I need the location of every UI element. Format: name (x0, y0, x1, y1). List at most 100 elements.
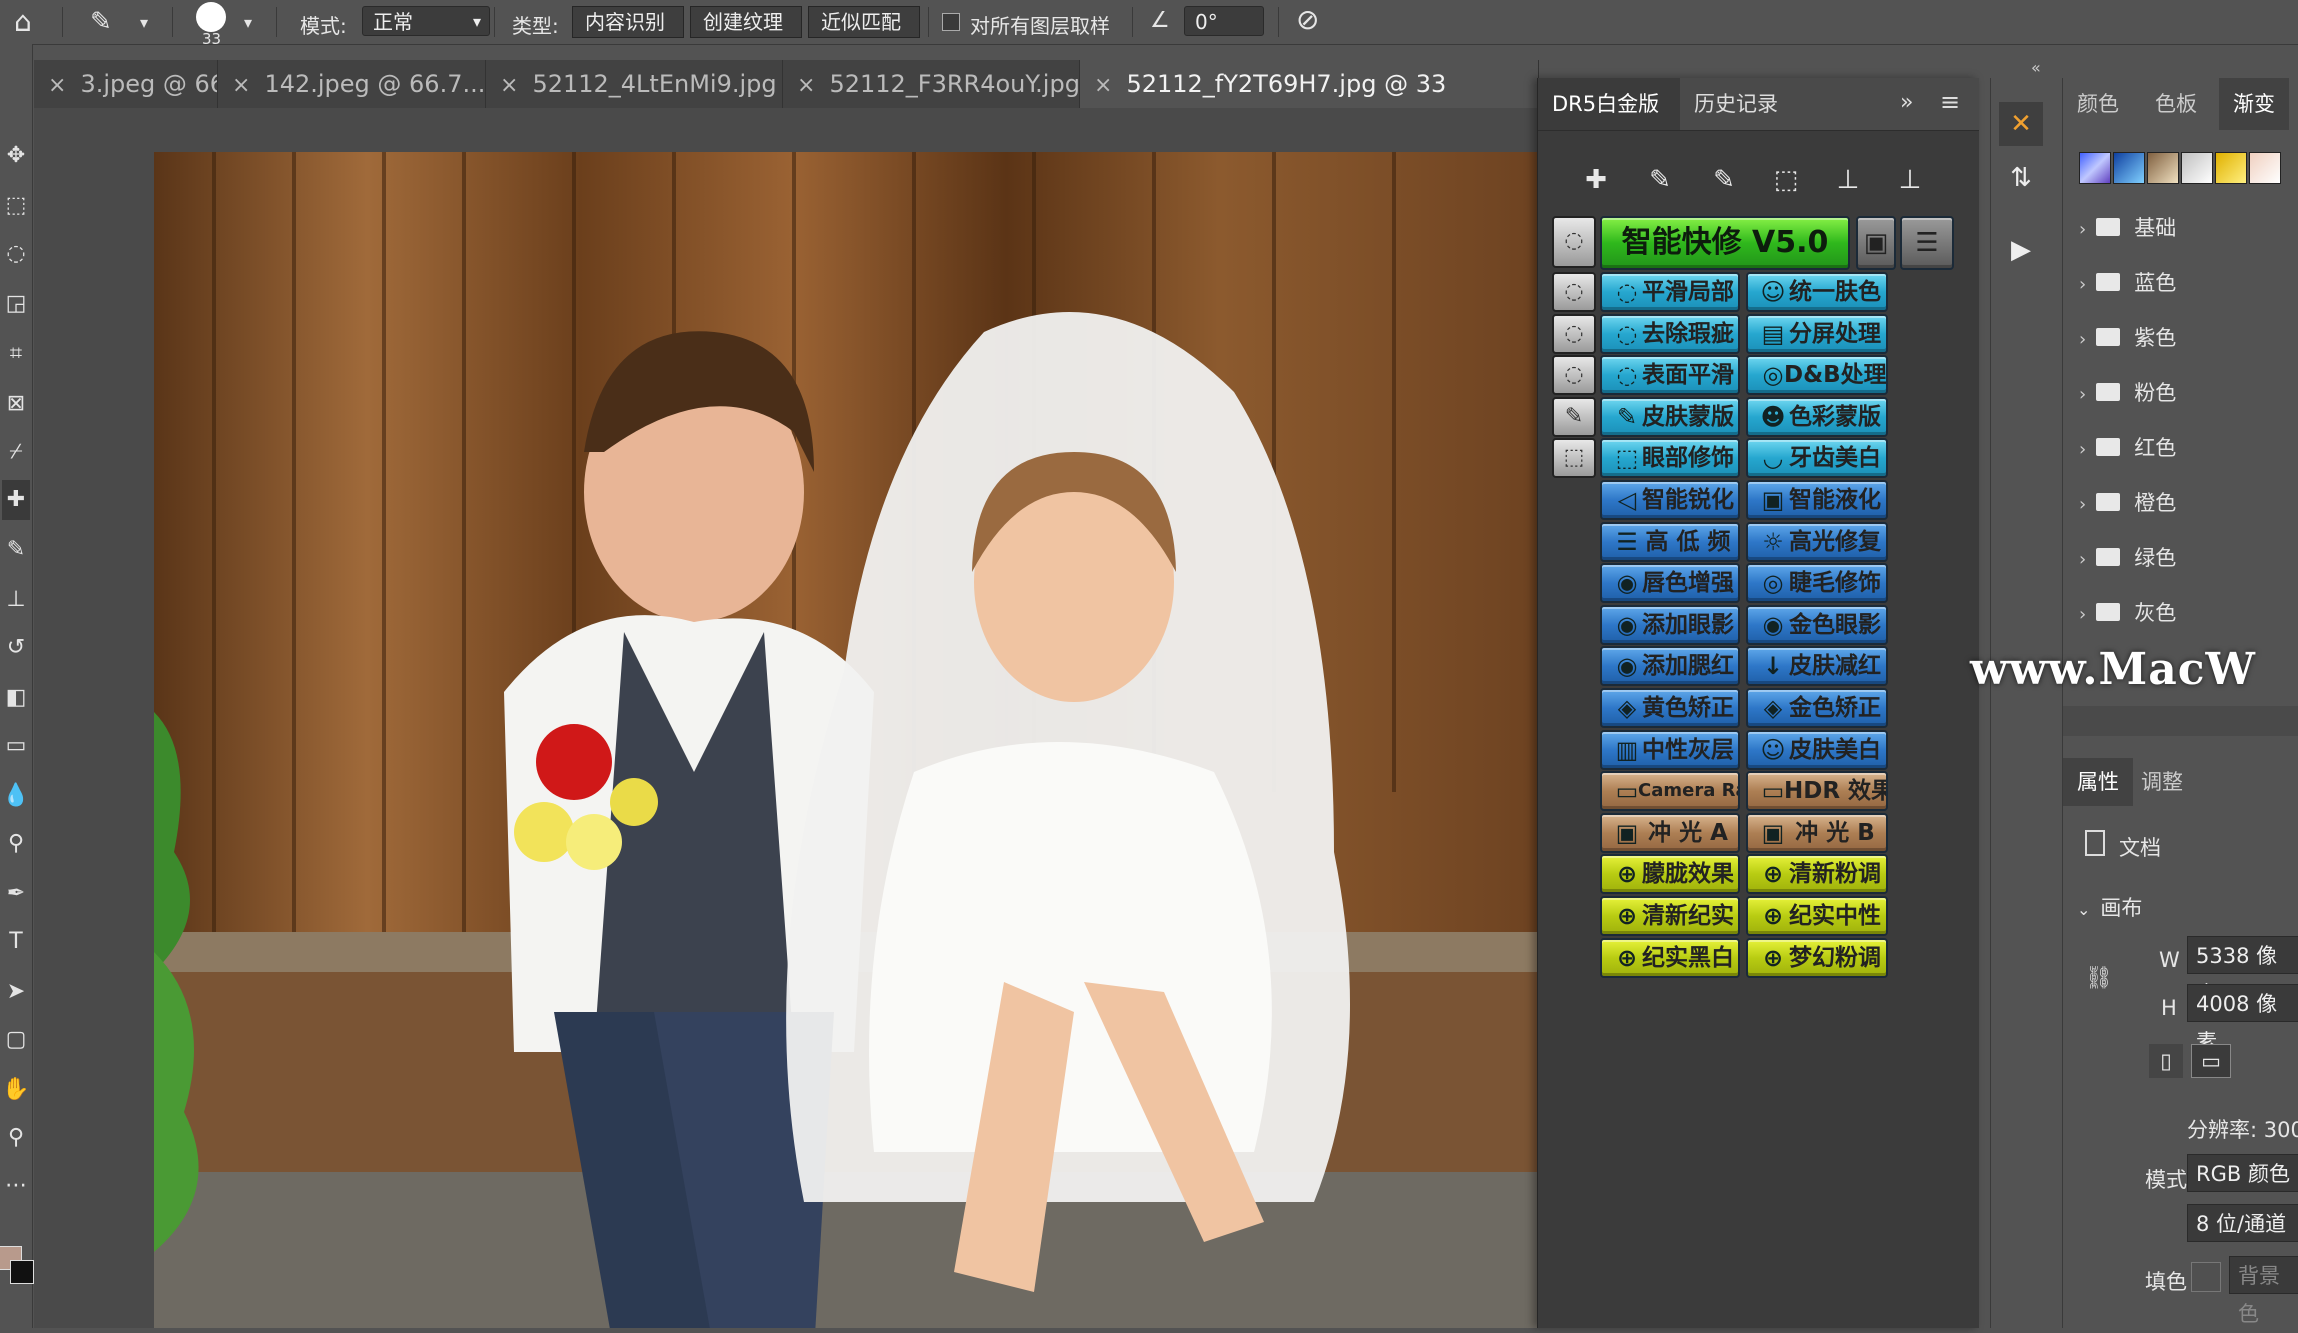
stamp-plus-icon[interactable]: ⊥ (1890, 162, 1930, 198)
healing-icon[interactable]: ✚ (1576, 162, 1616, 198)
type-proximity-match-button[interactable]: 近似匹配 (808, 6, 920, 38)
tab-properties[interactable]: 属性 (2063, 758, 2133, 806)
preview-image-icon[interactable]: ▣ (1856, 216, 1896, 270)
gradient-swatch[interactable] (2215, 152, 2247, 184)
close-icon[interactable]: × (1094, 73, 1112, 98)
tab-adjustments[interactable]: 调整 (2127, 758, 2197, 806)
bandage-icon[interactable]: ✎ (1704, 162, 1744, 198)
tab-dr5[interactable]: DR5白金版 (1538, 78, 1680, 130)
settings-sliders-icon[interactable]: ☰ (1900, 216, 1954, 270)
more-tools-icon[interactable]: ⋯ (2, 1166, 30, 1206)
gradient-swatch[interactable] (2249, 152, 2281, 184)
history-panel-icon[interactable]: ⇅ (1999, 156, 2043, 200)
spot-healing-brush-icon[interactable]: ✎ (90, 6, 112, 38)
doc-tab[interactable]: ×3.jpeg @ 66.7%(... (34, 60, 218, 108)
crop-tool-icon[interactable]: ⌗ (2, 334, 30, 374)
pressure-icon[interactable]: ⊘ (1296, 4, 1319, 36)
dr5-button-left[interactable]: ◉ 添加眼影 (1600, 604, 1740, 645)
gradient-folder[interactable]: › 橙色 (2079, 483, 2176, 523)
dr5-button-right[interactable]: ◎ 睫毛修饰 (1746, 563, 1888, 604)
dr5-button-right[interactable]: ⊕ 清新粉调 (1746, 854, 1888, 895)
close-icon[interactable]: × (48, 73, 66, 98)
dr5-button-left[interactable]: ▥ 中性灰层 (1600, 729, 1740, 770)
gradient-folder[interactable]: › 蓝色 (2079, 263, 2176, 303)
hand-tool-icon[interactable]: ✋ (2, 1070, 30, 1110)
close-icon[interactable]: × (232, 73, 250, 98)
healing-brush-tool-icon[interactable]: ✚ (2, 480, 30, 520)
quick-select-tool-icon[interactable]: ◲ (2, 284, 30, 324)
dr5-button-left[interactable]: ◌ 表面平滑 (1600, 355, 1740, 396)
frame-tool-icon[interactable]: ⊠ (2, 384, 30, 424)
dr5-button-right[interactable]: ◈ 金色矫正 (1746, 688, 1888, 728)
gradient-swatch[interactable] (2079, 152, 2111, 184)
close-icon[interactable]: × (797, 73, 815, 98)
expand-panel-icon[interactable]: » (1900, 90, 1913, 115)
dr5-button-right[interactable]: ▣ 智能液化 (1746, 480, 1888, 520)
clone-stamp-tool-icon[interactable]: ⊥ (2, 580, 30, 620)
tab-color[interactable]: 颜色 (2063, 78, 2133, 130)
marquee-tool-icon[interactable]: ⬚ (2, 186, 30, 226)
brush-preview-icon[interactable] (196, 2, 226, 32)
dr5-button-right[interactable]: ◡ 牙齿美白 (1746, 438, 1888, 479)
dr5-button-right[interactable]: ↓ 皮肤减红 (1746, 646, 1888, 687)
gradient-folder[interactable]: › 绿色 (2079, 538, 2176, 578)
dr5-button-right[interactable]: ▤ 分屏处理 (1746, 313, 1888, 354)
dr5-button-right[interactable]: ◎ D&B处理 (1746, 355, 1888, 396)
home-icon[interactable]: ⌂ (14, 6, 32, 38)
shape-tool-icon[interactable]: ▢ (2, 1020, 30, 1060)
tool-preset-dropdown-icon[interactable]: ▾ (140, 8, 148, 38)
gradient-folder[interactable]: › 灰色 (2079, 593, 2176, 633)
dr5-button-right[interactable]: ☺ 统一肤色 (1746, 272, 1888, 312)
dr5-button-left[interactable]: ⊕ 朦胧效果 (1600, 854, 1740, 895)
stamp-icon[interactable]: ⊥ (1828, 162, 1868, 198)
dr5-button-left[interactable]: ⊕ 纪实黑白 (1600, 937, 1740, 978)
history-brush-tool-icon[interactable]: ↺ (2, 628, 30, 668)
patch-icon[interactable]: ✎ (1640, 162, 1680, 198)
gradient-swatch[interactable] (2113, 152, 2145, 184)
height-field[interactable]: 4008 像素 (2187, 984, 2298, 1054)
dr5-button-left[interactable]: ◌ 平滑局部 (1600, 272, 1740, 312)
dodge-tool-icon[interactable]: ⚲ (2, 824, 30, 864)
dr5-button-left[interactable]: ▭Camera Raw (1600, 771, 1740, 812)
type-content-aware-button[interactable]: 内容识别 (572, 6, 684, 38)
play-icon[interactable]: ▶ (1999, 228, 2043, 272)
fill-color-swatch[interactable] (2191, 1262, 2221, 1292)
dr5-button-left[interactable]: ◉ 唇色增强 (1600, 563, 1740, 604)
mode-select[interactable]: 正常 ▾ (362, 6, 490, 36)
dr5-button-left[interactable]: ☰ 高 低 频 (1600, 521, 1740, 562)
brush-preset-icon[interactable]: ◌ (1552, 216, 1596, 268)
dr5-button-left[interactable]: ✎ 皮肤蒙版 (1600, 396, 1740, 437)
path-select-tool-icon[interactable]: ➤ (2, 972, 30, 1012)
doc-tab[interactable]: × 52112_F3RR4ouY.jpg (783, 60, 1080, 108)
gradient-folder[interactable]: › 基础 (2079, 208, 2176, 248)
type-create-texture-button[interactable]: 创建纹理 (690, 6, 802, 38)
dr5-button-left[interactable]: ◉ 添加腮红 (1600, 646, 1740, 687)
collapse-panels-icon[interactable]: « (2031, 58, 2041, 77)
lasso-tool-icon[interactable]: ◌ (2, 234, 30, 274)
link-icon[interactable]: ⛓ (2085, 966, 2113, 991)
document-photo[interactable] (154, 152, 1574, 1328)
landscape-orientation-icon[interactable]: ▭ (2191, 1044, 2231, 1078)
dr5-button-right[interactable]: ☻ 色彩蒙版 (1746, 396, 1888, 437)
dr5-button-right[interactable]: ◉ 金色眼影 (1746, 604, 1888, 645)
dr5-button-right[interactable]: ☺ 皮肤美白 (1746, 729, 1888, 770)
brush-dropdown-icon[interactable]: ▾ (244, 8, 252, 38)
gradient-swatch[interactable] (2181, 152, 2213, 184)
eyedropper-tool-icon[interactable]: ⌿ (2, 432, 30, 472)
zoom-tool-icon[interactable]: ⚲ (2, 1118, 30, 1158)
background-color-swatch[interactable] (10, 1260, 34, 1284)
dr5-button-left[interactable]: ◈ 黄色矫正 (1600, 688, 1740, 728)
gradient-folder[interactable]: › 紫色 (2079, 318, 2176, 358)
doc-tab-active[interactable]: × 52112_fY2T69H7.jpg @ 33 (1080, 60, 1539, 108)
dr5-button-left[interactable]: ⊕ 清新纪实 (1600, 896, 1740, 936)
tab-swatches[interactable]: 色板 (2141, 78, 2211, 130)
angle-input[interactable]: 0° (1184, 6, 1264, 36)
brush-preset-icon[interactable]: ⬚ (1552, 438, 1596, 479)
gradient-tool-icon[interactable]: ▭ (2, 726, 30, 766)
brush-preset-icon[interactable]: ◌ (1552, 355, 1596, 396)
doc-tab[interactable]: × 52112_4LtEnMi9.jpg (486, 60, 783, 108)
fill-select[interactable]: 背景色 (2229, 1256, 2298, 1326)
dr5-button-right[interactable]: ▣ 冲 光 B (1746, 812, 1888, 853)
tools-cross-icon[interactable]: ✕ (1999, 102, 2043, 146)
dr5-button-right[interactable]: ☼ 高光修复 (1746, 521, 1888, 562)
